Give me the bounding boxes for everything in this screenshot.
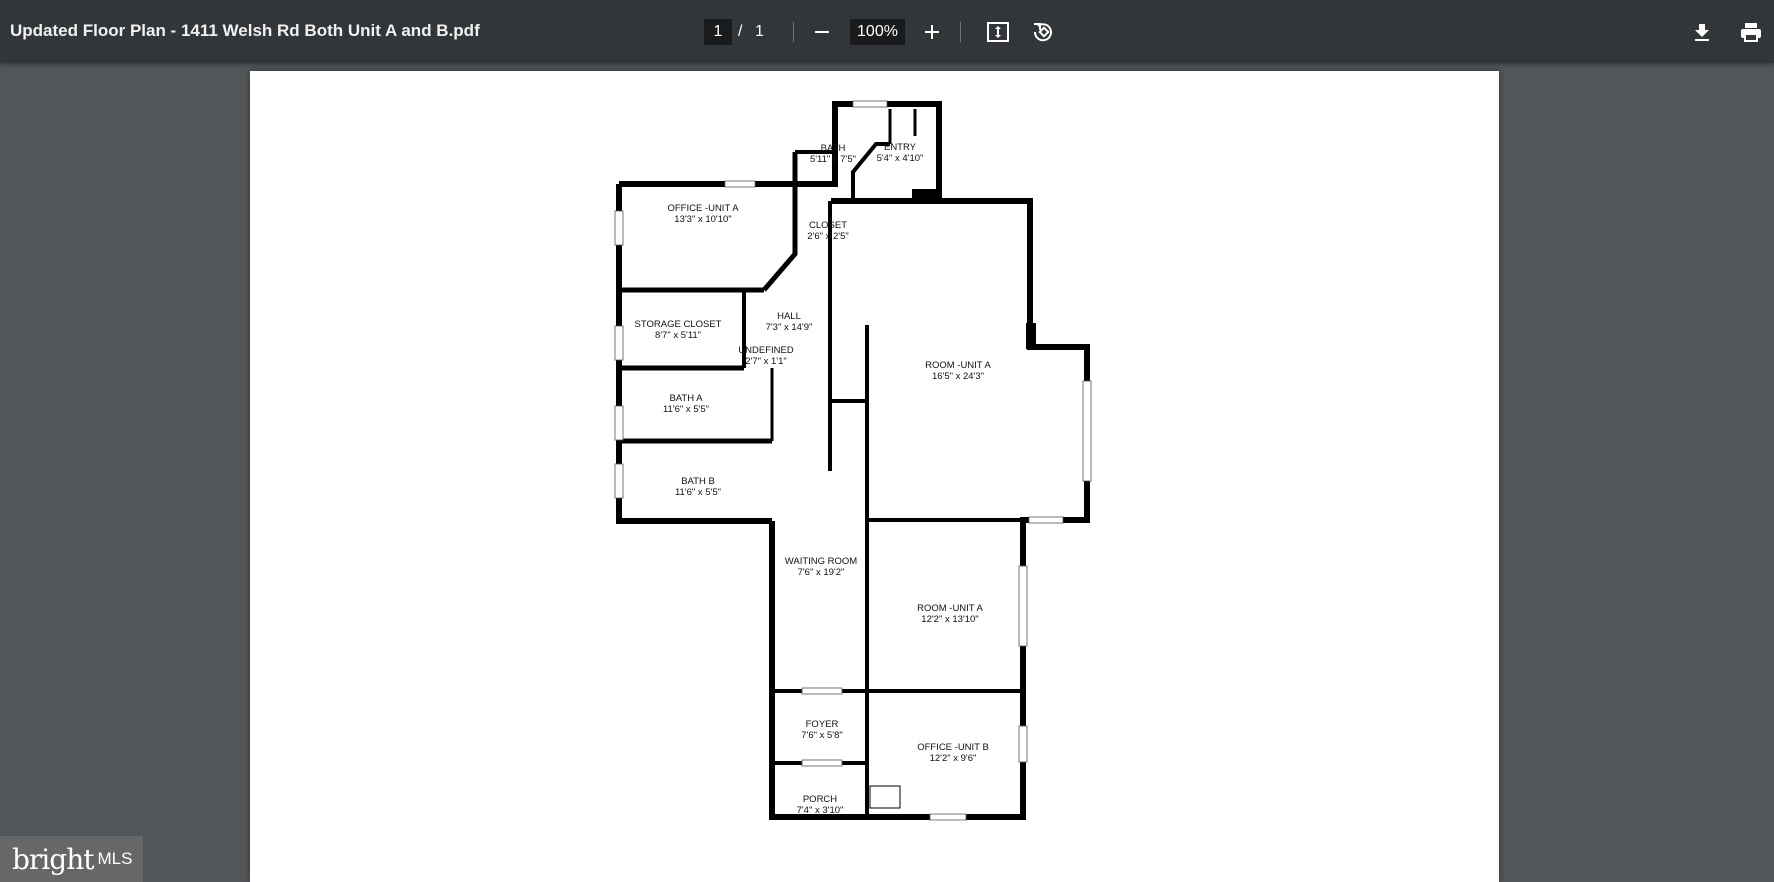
room-name: HALL	[777, 311, 801, 322]
pdf-page: BATH 5'11" x 7'5" ENTRY 5'4" x 4'10" OFF…	[250, 71, 1499, 882]
room-name: BATH	[821, 143, 846, 154]
room-dims: 11'6" x 5'5"	[675, 487, 721, 498]
bright-mls-watermark: bright MLS	[0, 836, 143, 882]
room-name: ROOM -UNIT A	[917, 603, 983, 614]
room-dims: 5'11" x 7'5"	[810, 154, 856, 165]
download-icon	[1695, 24, 1709, 41]
room-dims: 16'5" x 24'3"	[932, 371, 984, 382]
page-number-input[interactable]: 1	[704, 19, 732, 45]
room-dims: 5'4" x 4'10"	[877, 153, 924, 164]
print-icon	[1741, 23, 1761, 42]
room-name: CLOSET	[809, 220, 847, 231]
room-dims: 12'2" x 9'6"	[930, 753, 977, 764]
room-name: WAITING ROOM	[785, 556, 858, 567]
room-dims: 2'7" x 1'1"	[745, 356, 787, 367]
zoom-out-button[interactable]	[806, 16, 838, 48]
minus-icon	[815, 31, 829, 33]
room-labels: BATH 5'11" x 7'5" ENTRY 5'4" x 4'10" OFF…	[635, 142, 992, 816]
zoom-level-input[interactable]: 100%	[850, 19, 905, 45]
room-dims: 8'7" x 5'11"	[655, 330, 701, 341]
room-name: OFFICE -UNIT A	[667, 203, 739, 214]
room-dims: 7'6" x 19'2"	[798, 567, 845, 578]
room-name: ENTRY	[884, 142, 917, 153]
room-dims: 7'4" x 3'10"	[797, 805, 844, 816]
room-name: BATH B	[681, 476, 715, 487]
room-dims: 7'3" x 14'9"	[766, 322, 813, 333]
room-dims: 13'3" x 10'10"	[674, 214, 731, 225]
watermark-suffix: MLS	[97, 849, 133, 868]
floor-plan-drawing: BATH 5'11" x 7'5" ENTRY 5'4" x 4'10" OFF…	[614, 100, 1092, 821]
room-name: OFFICE -UNIT B	[917, 742, 989, 753]
zoom-in-button[interactable]	[916, 16, 948, 48]
page-separator: /	[738, 23, 743, 40]
room-name: STORAGE CLOSET	[635, 319, 722, 330]
pdf-toolbar: Updated Floor Plan - 1411 Welsh Rd Both …	[0, 0, 1774, 63]
rotate-icon	[1033, 23, 1052, 42]
room-name: UNDEFINED	[738, 345, 794, 356]
fit-page-icon	[987, 22, 1009, 42]
toolbar-divider	[960, 22, 961, 42]
room-dims: 2'6" x 2'5"	[807, 231, 849, 242]
room-name: FOYER	[806, 719, 839, 730]
document-title: Updated Floor Plan - 1411 Welsh Rd Both …	[10, 21, 480, 40]
download-button[interactable]	[1686, 16, 1718, 48]
room-name: ROOM -UNIT A	[925, 360, 991, 371]
plus-icon	[925, 25, 939, 39]
fit-to-page-button[interactable]	[982, 16, 1014, 48]
rotate-button[interactable]	[1027, 16, 1059, 48]
room-name: BATH A	[669, 393, 703, 404]
room-name: PORCH	[803, 794, 837, 805]
toolbar-divider	[793, 22, 794, 42]
room-dims: 7'6" x 5'8"	[801, 730, 843, 741]
print-button[interactable]	[1735, 16, 1767, 48]
watermark-brand: bright	[12, 842, 94, 876]
room-dims: 11'6" x 5'5"	[663, 404, 709, 415]
page-total: 1	[755, 23, 764, 40]
room-dims: 12'2" x 13'10"	[921, 614, 978, 625]
